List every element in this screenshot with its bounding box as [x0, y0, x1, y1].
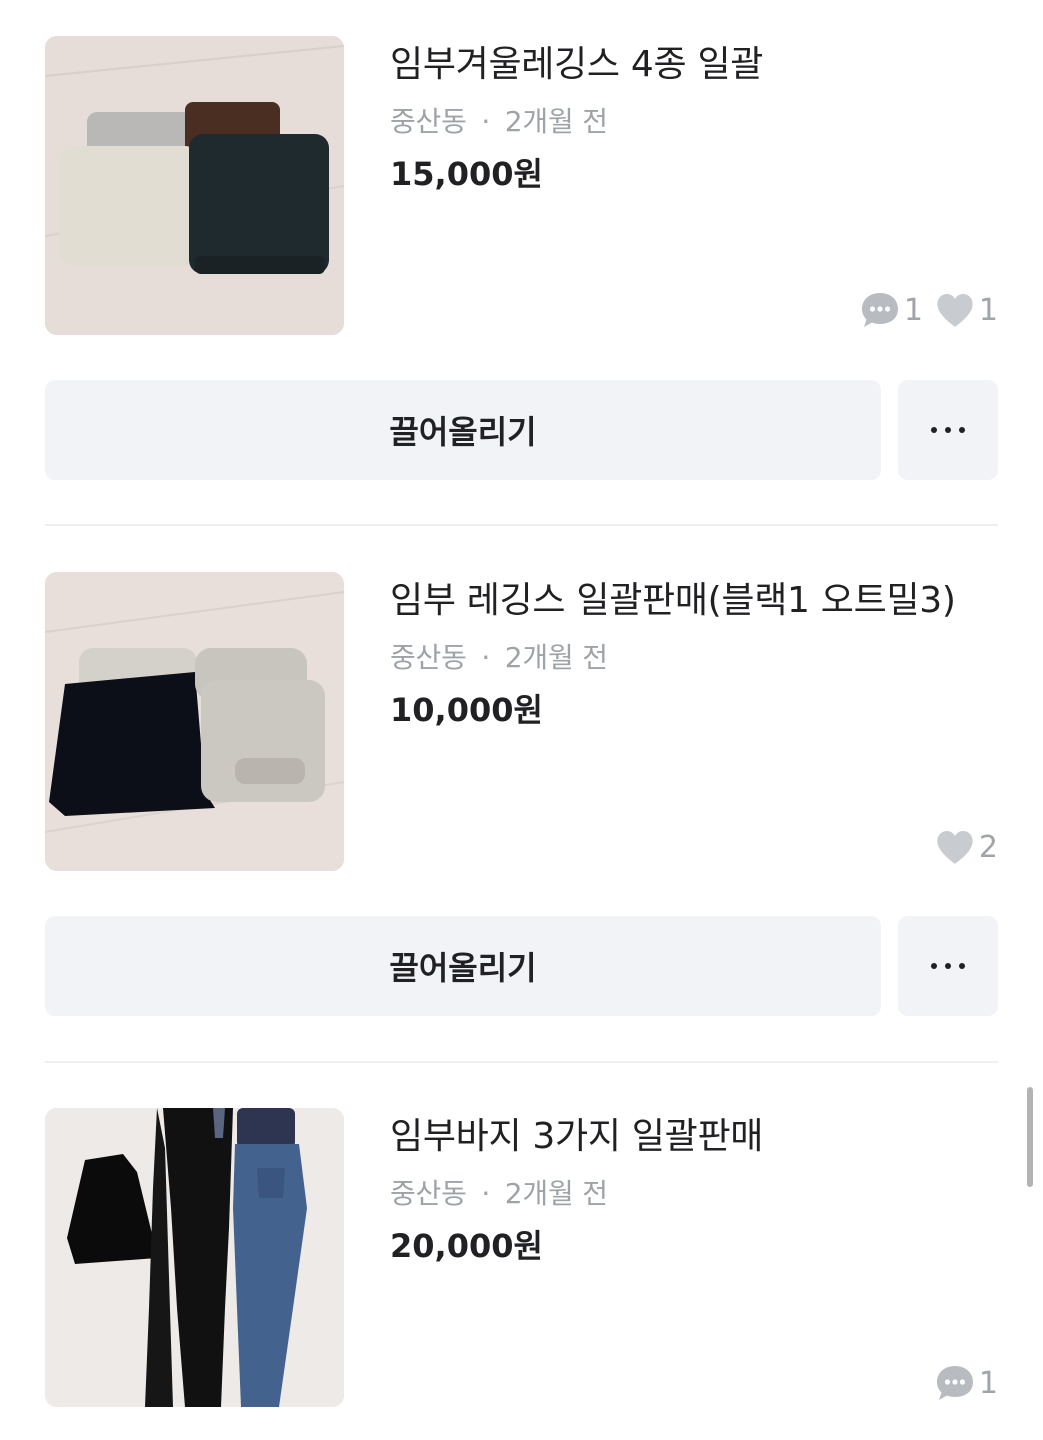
product-price: 20,000원	[390, 1227, 543, 1265]
product-thumbnail[interactable]	[45, 36, 344, 335]
chat-bubble-icon	[861, 293, 898, 327]
product-meta: 중산동 · 2개월 전	[390, 638, 998, 678]
product-photo	[45, 36, 344, 335]
location-text: 중산동	[390, 1177, 467, 1210]
scrollbar[interactable]	[1027, 1087, 1033, 1187]
product-photo	[45, 1108, 344, 1407]
meta-separator: ·	[481, 641, 491, 674]
product-photo	[45, 572, 344, 871]
product-info[interactable]: 임부 레깅스 일괄판매(블랙1 오트밀3) 중산동 · 2개월 전 10,000…	[390, 572, 998, 732]
list-item[interactable]: 임부겨울레깅스 4종 일괄 중산동 · 2개월 전 15,000원 1 1 끌어…	[0, 0, 1043, 526]
more-options-button[interactable]	[898, 916, 998, 1016]
product-title[interactable]: 임부 레깅스 일괄판매(블랙1 오트밀3)	[390, 572, 998, 630]
posted-time: 2개월 전	[504, 105, 608, 138]
product-info[interactable]: 임부바지 3가지 일괄판매 중산동 · 2개월 전 20,000원	[390, 1108, 998, 1268]
listing-actions: 끌어올리기	[45, 380, 998, 480]
like-count-value: 2	[978, 829, 998, 865]
product-info[interactable]: 임부겨울레깅스 4종 일괄 중산동 · 2개월 전 15,000원	[390, 36, 998, 196]
chat-count-value: 1	[903, 292, 923, 328]
bump-button[interactable]: 끌어올리기	[45, 380, 881, 480]
engagement-stats: 1 1	[860, 288, 998, 332]
more-horizontal-icon	[931, 427, 965, 433]
meta-separator: ·	[481, 1177, 491, 1210]
posted-time: 2개월 전	[504, 641, 608, 674]
chat-count: 1	[935, 1364, 998, 1402]
engagement-stats: 2	[935, 825, 998, 869]
location-text: 중산동	[390, 641, 467, 674]
heart-icon	[937, 831, 973, 864]
like-count: 2	[935, 829, 998, 865]
product-title[interactable]: 임부겨울레깅스 4종 일괄	[390, 36, 998, 94]
chat-count: 1	[860, 291, 923, 329]
chat-bubble-icon	[936, 1366, 973, 1400]
heart-icon	[937, 294, 973, 327]
item-divider	[45, 524, 998, 526]
chat-count-value: 1	[978, 1365, 998, 1401]
like-count-value: 1	[978, 292, 998, 328]
list-item[interactable]: 임부 레깅스 일괄판매(블랙1 오트밀3) 중산동 · 2개월 전 10,000…	[0, 527, 1043, 1063]
engagement-stats: 1	[935, 1361, 998, 1405]
product-price: 10,000원	[390, 691, 543, 729]
list-item[interactable]: 임부바지 3가지 일괄판매 중산동 · 2개월 전 20,000원 1	[0, 1063, 1043, 1440]
product-thumbnail[interactable]	[45, 1108, 344, 1407]
product-price: 15,000원	[390, 155, 543, 193]
more-options-button[interactable]	[898, 380, 998, 480]
product-title[interactable]: 임부바지 3가지 일괄판매	[390, 1108, 998, 1166]
bump-button[interactable]: 끌어올리기	[45, 916, 881, 1016]
posted-time: 2개월 전	[504, 1177, 608, 1210]
like-count: 1	[935, 292, 998, 328]
product-meta: 중산동 · 2개월 전	[390, 1174, 998, 1214]
location-text: 중산동	[390, 105, 467, 138]
product-thumbnail[interactable]	[45, 572, 344, 871]
product-meta: 중산동 · 2개월 전	[390, 102, 998, 142]
more-horizontal-icon	[931, 963, 965, 969]
meta-separator: ·	[481, 105, 491, 138]
listing-actions: 끌어올리기	[45, 916, 998, 1016]
